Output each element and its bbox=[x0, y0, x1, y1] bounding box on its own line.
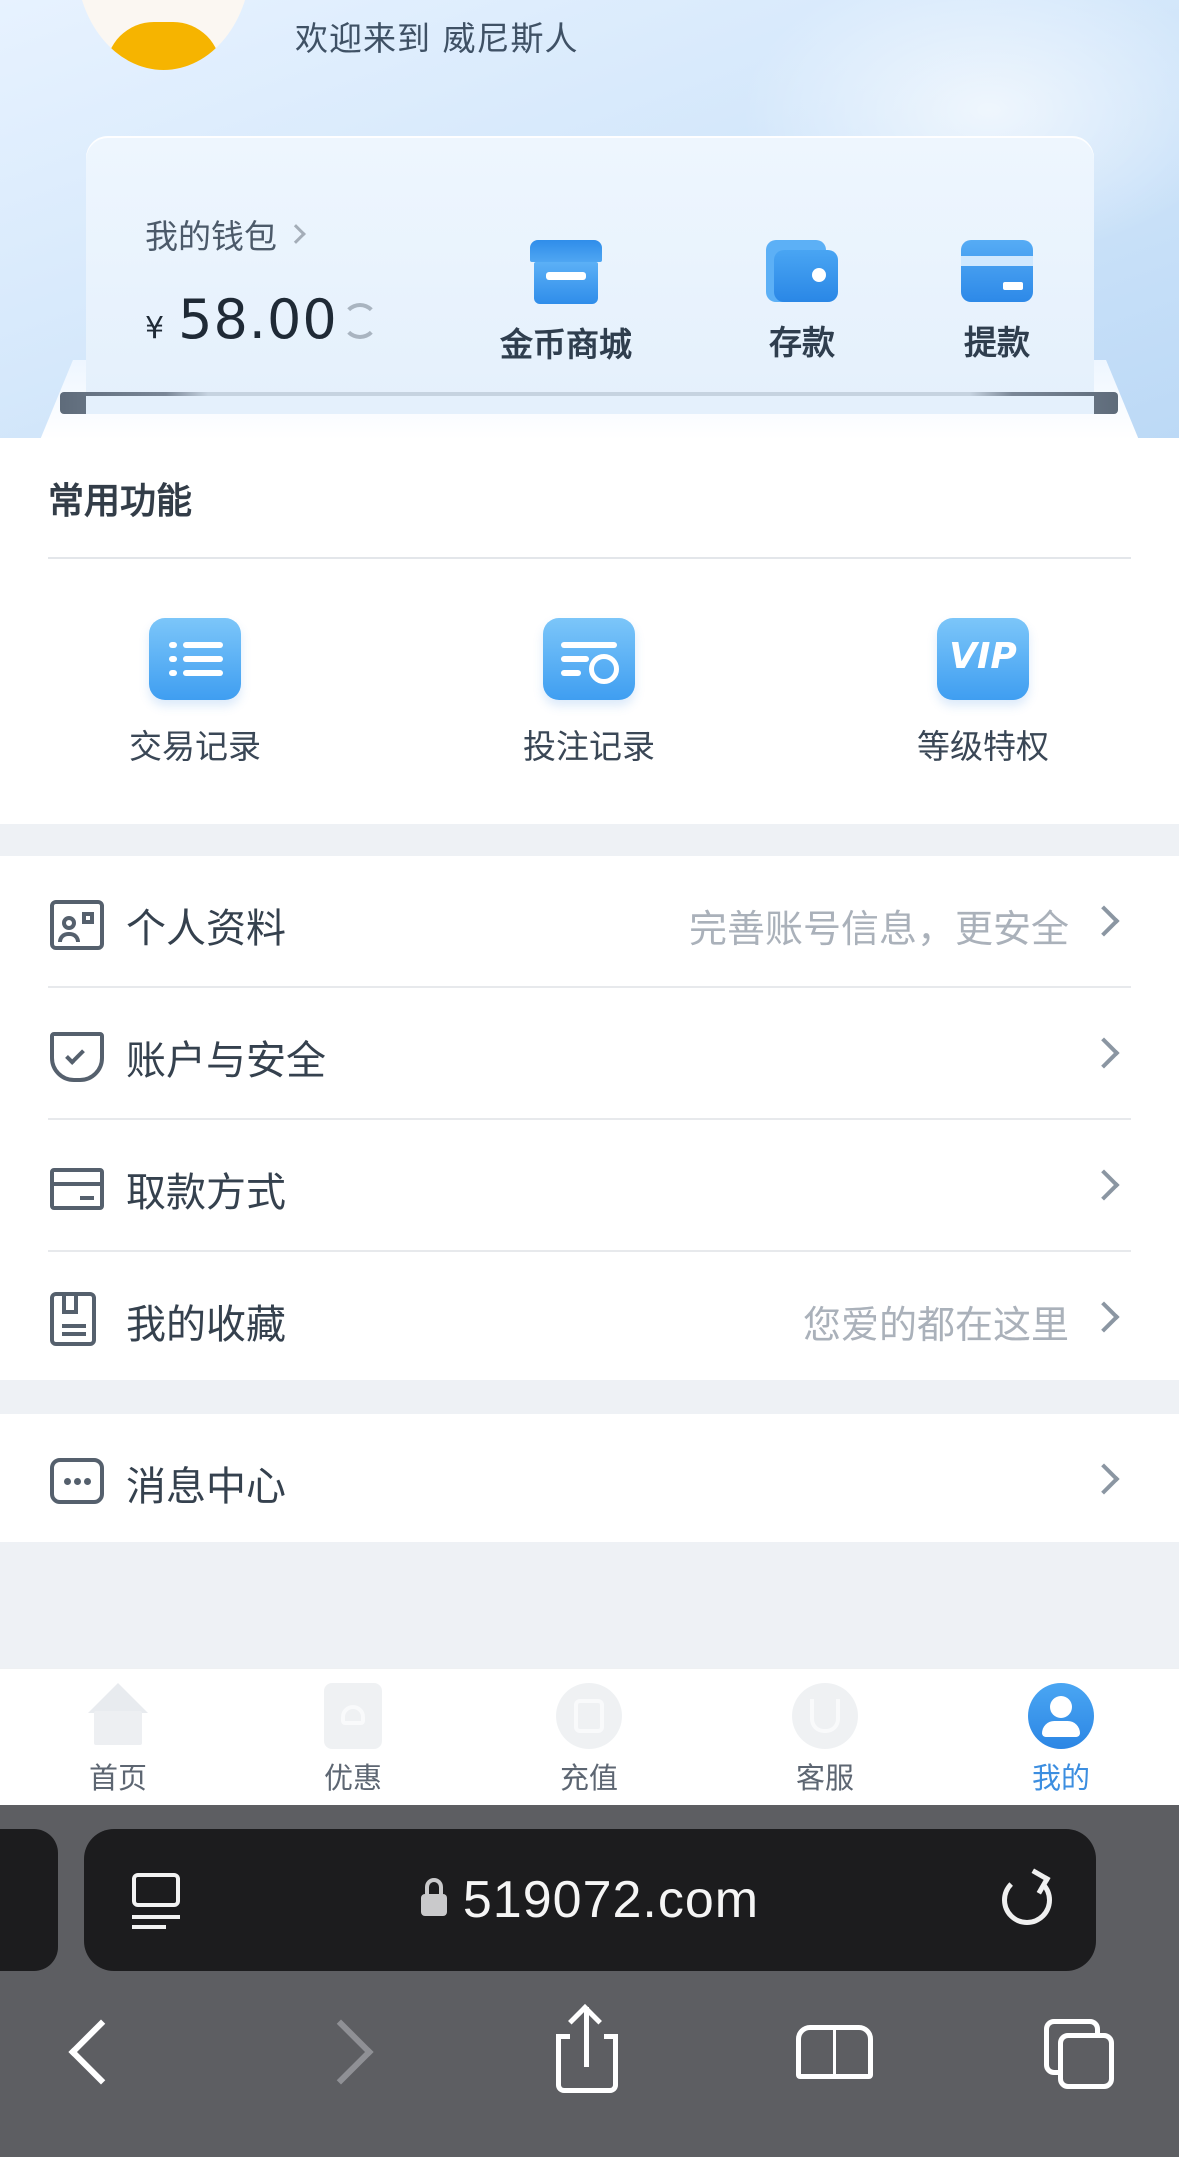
currency-symbol: ¥ bbox=[145, 311, 165, 346]
balance-amount: 58.00 bbox=[178, 288, 338, 351]
chevron-right-icon bbox=[1088, 1169, 1120, 1201]
tab-support[interactable]: 客服 bbox=[755, 1683, 895, 1797]
url-display[interactable]: 519072.com bbox=[84, 1829, 1096, 1971]
withdraw-label: 提款 bbox=[964, 323, 1030, 362]
bet-records-label: 投注记录 bbox=[523, 727, 655, 766]
bank-card-icon bbox=[50, 1168, 104, 1210]
wallet-slot-cover bbox=[86, 396, 1094, 414]
gold-mall-button[interactable]: 金币商城 bbox=[500, 240, 632, 366]
gold-mall-label: 金币商城 bbox=[500, 325, 632, 364]
tab-label: 客服 bbox=[795, 1761, 854, 1795]
tab-label: 首页 bbox=[88, 1761, 147, 1795]
menu-item-favorites[interactable]: 我的收藏 您爱的都在这里 bbox=[0, 1252, 1179, 1384]
menu-item-withdraw-methods[interactable]: 取款方式 bbox=[0, 1120, 1179, 1252]
list-icon bbox=[149, 618, 241, 700]
menu-item-label: 取款方式 bbox=[126, 1170, 286, 1216]
vip-privileges-button[interactable]: VIP 等级特权 bbox=[863, 618, 1103, 768]
tab-label: 优惠 bbox=[323, 1761, 382, 1795]
deposit-button[interactable]: 存款 bbox=[766, 240, 838, 364]
tab-promotions[interactable]: 优惠 bbox=[283, 1683, 423, 1797]
forward-icon[interactable] bbox=[300, 2005, 390, 2095]
account-menu: 个人资料 完善账号信息，更安全 账户与安全 取款方式 我的收藏 您爱的都在这里 bbox=[0, 856, 1179, 1380]
menu-item-label: 个人资料 bbox=[126, 906, 286, 952]
chevron-right-icon bbox=[1088, 1037, 1120, 1069]
chevron-right-icon bbox=[1088, 1463, 1120, 1495]
menu-item-label: 我的收藏 bbox=[126, 1302, 286, 1348]
recharge-icon bbox=[556, 1683, 622, 1749]
lock-icon bbox=[420, 1878, 447, 1920]
menu-item-profile[interactable]: 个人资料 完善账号信息，更安全 bbox=[0, 856, 1179, 988]
wallet-icon bbox=[766, 240, 838, 302]
reload-icon[interactable] bbox=[1002, 1875, 1052, 1925]
menu-item-hint: 您爱的都在这里 bbox=[802, 1303, 1069, 1347]
user-icon bbox=[1028, 1683, 1094, 1749]
menu-item-label: 消息中心 bbox=[126, 1464, 286, 1510]
promo-icon bbox=[324, 1683, 382, 1749]
chevron-right-icon bbox=[1088, 905, 1120, 937]
support-icon bbox=[792, 1683, 858, 1749]
transaction-records-button[interactable]: 交易记录 bbox=[75, 618, 315, 768]
my-wallet-label: 我的钱包 bbox=[145, 217, 277, 256]
bet-record-icon bbox=[543, 618, 635, 700]
tab-label: 我的 bbox=[1031, 1761, 1090, 1795]
vip-icon: VIP bbox=[937, 618, 1029, 700]
previous-tab-peek[interactable] bbox=[0, 1829, 58, 1971]
bookmark-icon bbox=[50, 1292, 96, 1346]
section-title: 常用功能 bbox=[48, 481, 193, 522]
back-icon[interactable] bbox=[52, 2005, 142, 2095]
my-wallet-link[interactable]: 我的钱包 bbox=[145, 210, 306, 258]
refresh-icon[interactable] bbox=[342, 303, 378, 339]
tabs-icon[interactable] bbox=[1034, 2005, 1124, 2095]
divider bbox=[48, 557, 1131, 559]
menu-item-message-center[interactable]: 消息中心 bbox=[0, 1414, 1179, 1546]
avatar[interactable] bbox=[76, 0, 251, 70]
profile-card-icon bbox=[50, 900, 104, 950]
menu-item-label: 账户与安全 bbox=[126, 1038, 326, 1084]
wallet-balance: ¥ 58.00 bbox=[145, 288, 338, 351]
tab-mine[interactable]: 我的 bbox=[991, 1683, 1131, 1797]
vip-privileges-label: 等级特权 bbox=[917, 727, 1049, 766]
message-icon bbox=[50, 1458, 104, 1504]
share-icon[interactable] bbox=[542, 2004, 632, 2095]
withdraw-button[interactable]: 提款 bbox=[961, 240, 1033, 364]
browser-toolbar: 519072.com bbox=[0, 1805, 1179, 2157]
chevron-right-icon bbox=[286, 224, 306, 244]
card-icon bbox=[961, 240, 1033, 302]
menu-item-hint: 完善账号信息，更安全 bbox=[688, 907, 1069, 951]
tab-label: 充值 bbox=[559, 1761, 618, 1795]
common-functions-section: 常用功能 交易记录 投注记录 VIP 等级特权 bbox=[0, 438, 1179, 824]
bookmarks-icon[interactable] bbox=[790, 2005, 880, 2095]
message-menu: 消息中心 bbox=[0, 1414, 1179, 1542]
transaction-records-label: 交易记录 bbox=[129, 727, 261, 766]
bottom-tab-bar: 首页 优惠 充值 客服 我的 bbox=[0, 1668, 1179, 1805]
avatar-shoulder bbox=[106, 22, 221, 70]
shield-icon bbox=[50, 1032, 104, 1082]
address-bar[interactable]: 519072.com bbox=[84, 1829, 1096, 1971]
deposit-label: 存款 bbox=[769, 323, 835, 362]
chevron-right-icon bbox=[1088, 1301, 1120, 1333]
tab-home[interactable]: 首页 bbox=[48, 1683, 188, 1797]
bet-records-button[interactable]: 投注记录 bbox=[469, 618, 709, 768]
menu-item-account-security[interactable]: 账户与安全 bbox=[0, 988, 1179, 1120]
tab-recharge[interactable]: 充值 bbox=[519, 1683, 659, 1797]
home-icon bbox=[85, 1683, 151, 1749]
welcome-text: 欢迎来到 威尼斯人 bbox=[295, 19, 579, 58]
store-icon bbox=[530, 240, 602, 304]
url-text: 519072.com bbox=[462, 1871, 760, 1929]
